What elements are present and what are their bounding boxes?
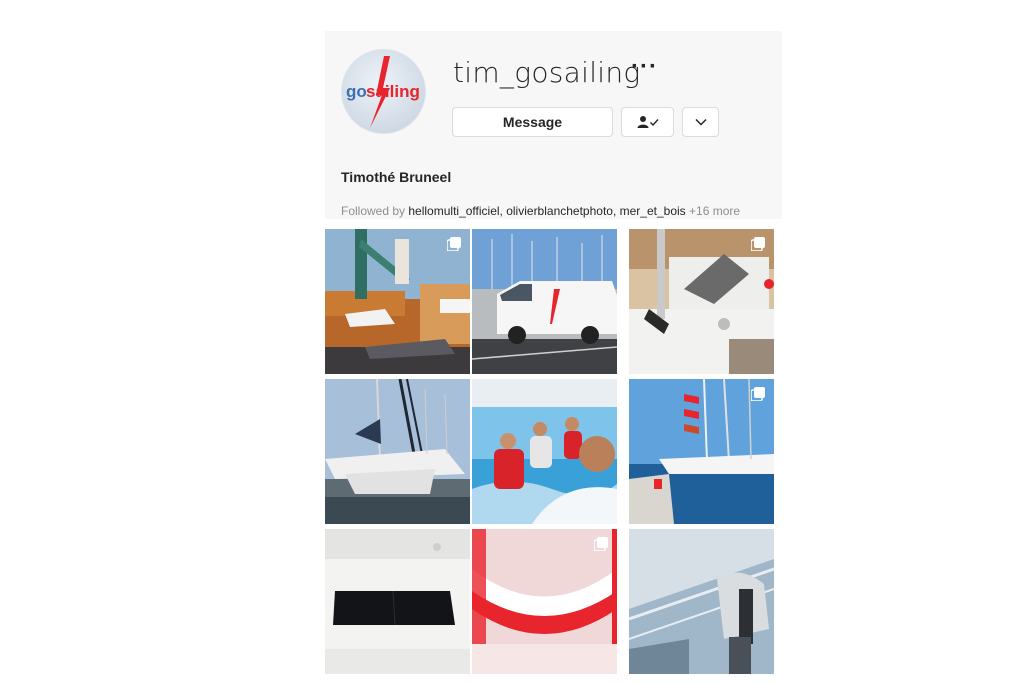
svg-text:go: go (346, 82, 367, 101)
post-thumbnail[interactable] (325, 529, 470, 674)
multiple-photos-icon (594, 537, 608, 551)
profile-username: tim_gosailing (453, 56, 641, 89)
followed-by-prefix: Followed by (341, 204, 409, 218)
post-thumbnail[interactable] (629, 379, 774, 524)
person-check-icon (637, 116, 659, 128)
message-button[interactable]: Message (452, 107, 613, 137)
posts-grid (325, 229, 782, 674)
profile-avatar[interactable]: go sailing (341, 49, 426, 134)
chevron-down-icon (694, 118, 707, 126)
followed-by-account[interactable]: hellomulti_officiel (408, 204, 499, 218)
post-thumbnail[interactable] (472, 229, 617, 374)
multiple-photos-icon (447, 237, 461, 251)
post-thumbnail[interactable] (472, 379, 617, 524)
profile-header: go sailing tim_gosailing ··· Message Tim… (325, 31, 782, 219)
following-button[interactable] (621, 107, 674, 137)
multiple-photos-icon (751, 387, 765, 401)
followed-by-text: Followed by hellomulti_officiel, olivier… (341, 204, 741, 218)
profile-full-name: Timothé Bruneel (341, 169, 452, 185)
svg-text:sailing: sailing (366, 82, 420, 101)
post-thumbnail[interactable] (629, 529, 774, 674)
multiple-photos-icon (751, 237, 765, 251)
followed-by-account[interactable]: olivierblanchetphoto (506, 204, 613, 218)
post-thumbnail[interactable] (325, 379, 470, 524)
post-thumbnail[interactable] (472, 529, 617, 674)
post-thumbnail[interactable] (325, 229, 470, 374)
suggested-dropdown-button[interactable] (682, 107, 719, 137)
post-thumbnail[interactable] (629, 229, 774, 374)
followed-by-more[interactable]: +16 more (689, 204, 740, 218)
more-options-icon[interactable]: ··· (631, 55, 658, 79)
followed-by-account[interactable]: mer_et_bois (620, 204, 686, 218)
